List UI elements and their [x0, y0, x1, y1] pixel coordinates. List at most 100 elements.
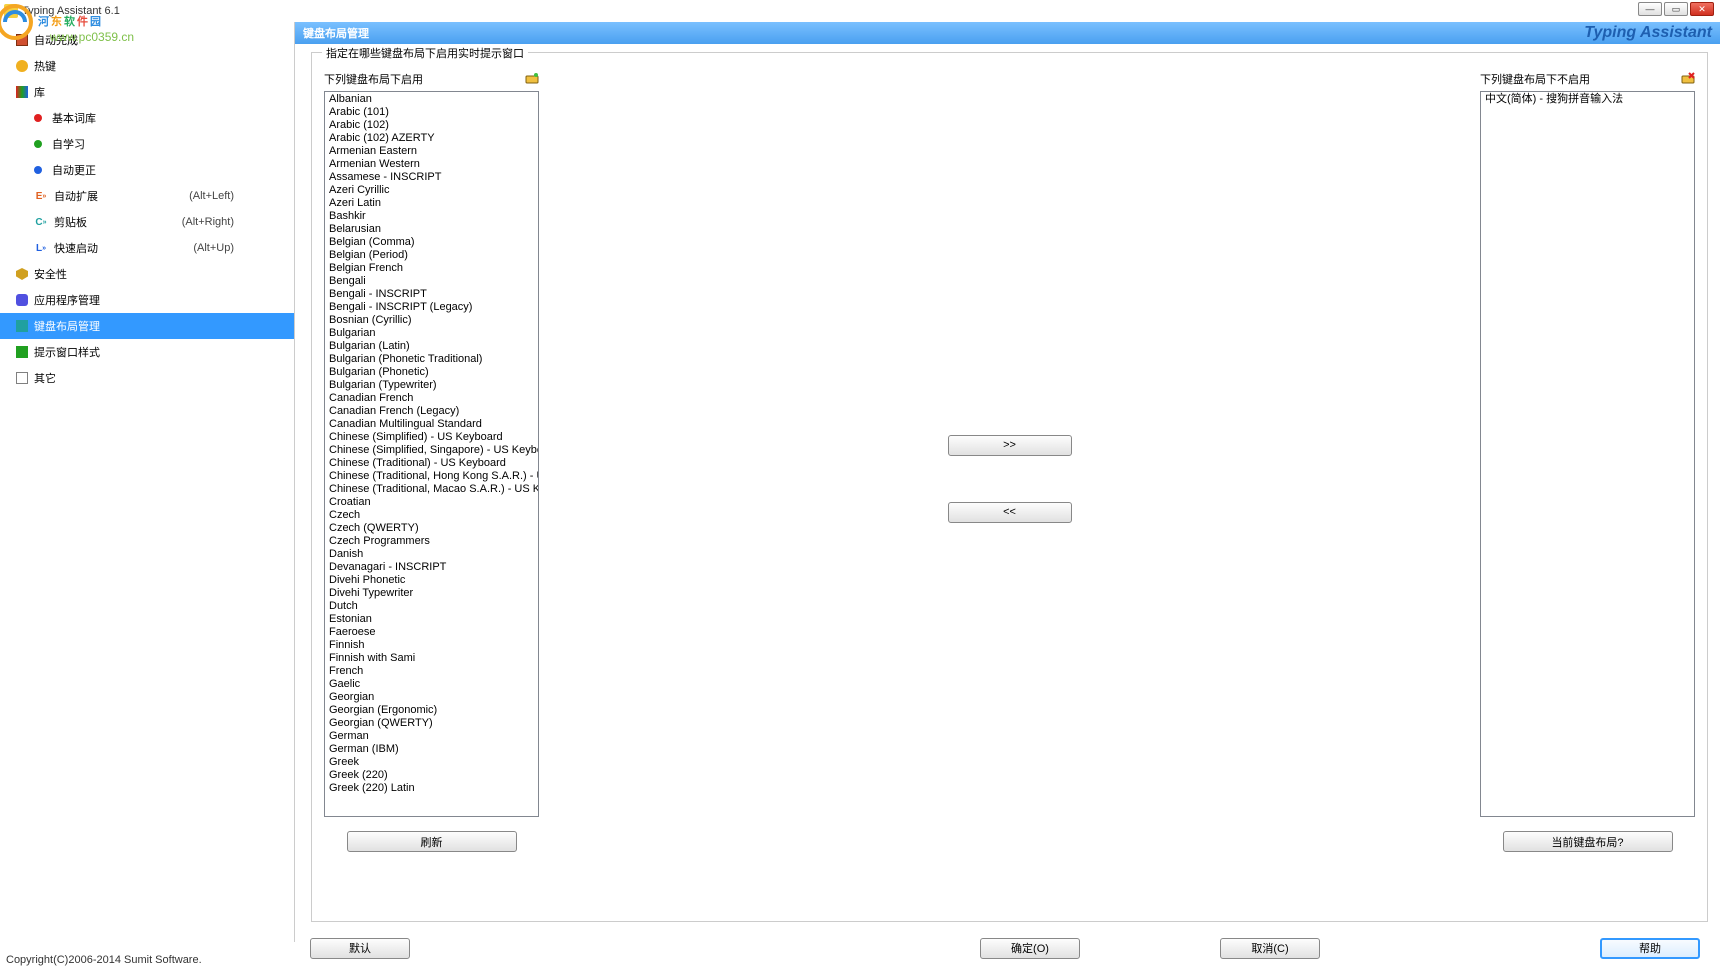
list-item[interactable]: German: [327, 730, 536, 743]
list-item[interactable]: Bashkir: [327, 210, 536, 223]
minimize-button[interactable]: —: [1638, 2, 1662, 16]
close-button[interactable]: ✕: [1690, 2, 1714, 16]
keyboard-disabled-icon: [1681, 72, 1695, 86]
list-item[interactable]: Azeri Cyrillic: [327, 184, 536, 197]
disabled-layouts-listbox[interactable]: 中文(简体) - 搜狗拼音输入法: [1480, 91, 1695, 817]
list-item[interactable]: Czech: [327, 509, 536, 522]
list-item[interactable]: Faeroese: [327, 626, 536, 639]
list-item[interactable]: Chinese (Traditional, Macao S.A.R.) - US…: [327, 483, 536, 496]
list-item[interactable]: Belarusian: [327, 223, 536, 236]
list-item[interactable]: Canadian French (Legacy): [327, 405, 536, 418]
list-item[interactable]: Greek (220) Latin: [327, 782, 536, 795]
current-layout-button[interactable]: 当前键盘布局?: [1503, 831, 1673, 852]
list-item[interactable]: Czech (QWERTY): [327, 522, 536, 535]
sidebar-item-popup-style[interactable]: 提示窗口样式: [0, 339, 294, 365]
list-item[interactable]: French: [327, 665, 536, 678]
list-item[interactable]: Bulgarian (Typewriter): [327, 379, 536, 392]
list-item[interactable]: Greek: [327, 756, 536, 769]
list-item[interactable]: Belgian (Comma): [327, 236, 536, 249]
sidebar-item-app-management[interactable]: 应用程序管理: [0, 287, 294, 313]
list-item[interactable]: Divehi Typewriter: [327, 587, 536, 600]
window-title: Typing Assistant 6.1: [22, 5, 120, 17]
quicklaunch-icon: L»: [34, 241, 48, 255]
list-item[interactable]: Danish: [327, 548, 536, 561]
list-item[interactable]: Estonian: [327, 613, 536, 626]
list-item[interactable]: Georgian (QWERTY): [327, 717, 536, 730]
list-item[interactable]: Czech Programmers: [327, 535, 536, 548]
sidebar-item-library[interactable]: 库: [0, 79, 294, 105]
list-item[interactable]: Georgian (Ergonomic): [327, 704, 536, 717]
list-item[interactable]: Arabic (101): [327, 106, 536, 119]
list-item[interactable]: Finnish: [327, 639, 536, 652]
content-header: 键盘布局管理 Typing Assistant: [295, 22, 1720, 44]
list-item[interactable]: 中文(简体) - 搜狗拼音输入法: [1483, 93, 1692, 106]
list-item[interactable]: Arabic (102) AZERTY: [327, 132, 536, 145]
window-titlebar: Typing Assistant 6.1: [0, 0, 1720, 22]
list-item[interactable]: Canadian Multilingual Standard: [327, 418, 536, 431]
move-right-button[interactable]: >>: [948, 435, 1072, 456]
list-item[interactable]: Azeri Latin: [327, 197, 536, 210]
list-item[interactable]: Chinese (Traditional) - US Keyboard: [327, 457, 536, 470]
ok-button[interactable]: 确定(O): [980, 938, 1080, 959]
list-item[interactable]: Bulgarian (Phonetic Traditional): [327, 353, 536, 366]
sidebar-sub-quicklaunch[interactable]: L» 快速启动 (Alt+Up): [0, 235, 294, 261]
shortcut-text: (Alt+Up): [193, 242, 234, 254]
list-item[interactable]: Canadian French: [327, 392, 536, 405]
sidebar-sub-autocorrect[interactable]: 自动更正: [0, 157, 294, 183]
list-item[interactable]: Greek (220): [327, 769, 536, 782]
list-item[interactable]: Devanagari - INSCRIPT: [327, 561, 536, 574]
list-item[interactable]: Divehi Phonetic: [327, 574, 536, 587]
cancel-button[interactable]: 取消(C): [1220, 938, 1320, 959]
list-item[interactable]: Belgian (Period): [327, 249, 536, 262]
sidebar-item-security[interactable]: 安全性: [0, 261, 294, 287]
sidebar-sub-clipboard[interactable]: C» 剪贴板 (Alt+Right): [0, 209, 294, 235]
list-item[interactable]: Assamese - INSCRIPT: [327, 171, 536, 184]
list-item[interactable]: Chinese (Simplified, Singapore) - US Key…: [327, 444, 536, 457]
list-item[interactable]: Chinese (Simplified) - US Keyboard: [327, 431, 536, 444]
list-item[interactable]: Bulgarian: [327, 327, 536, 340]
list-item[interactable]: Dutch: [327, 600, 536, 613]
list-item[interactable]: Bosnian (Cyrillic): [327, 314, 536, 327]
default-button[interactable]: 默认: [310, 938, 410, 959]
list-item[interactable]: Bengali: [327, 275, 536, 288]
list-item[interactable]: Arabic (102): [327, 119, 536, 132]
sidebar-item-autocomplete[interactable]: 自动完成: [0, 27, 294, 53]
enabled-layouts-listbox[interactable]: AlbanianArabic (101)Arabic (102)Arabic (…: [324, 91, 539, 817]
maximize-button[interactable]: ▭: [1664, 2, 1688, 16]
sidebar-sub-label: 剪贴板: [54, 214, 87, 230]
list-item[interactable]: Albanian: [327, 93, 536, 106]
sidebar-item-keyboard-layout[interactable]: 键盘布局管理: [0, 313, 294, 339]
sidebar-item-other[interactable]: 其它: [0, 365, 294, 391]
list-item[interactable]: Gaelic: [327, 678, 536, 691]
expand-icon: E»: [34, 189, 48, 203]
list-item[interactable]: Chinese (Traditional, Hong Kong S.A.R.) …: [327, 470, 536, 483]
sidebar-sub-label: 自学习: [52, 136, 85, 152]
list-item[interactable]: Bengali - INSCRIPT: [327, 288, 536, 301]
list-item[interactable]: Georgian: [327, 691, 536, 704]
sidebar-sub-label: 自动扩展: [54, 188, 98, 204]
refresh-button[interactable]: 刷新: [347, 831, 517, 852]
list-item[interactable]: German (IBM): [327, 743, 536, 756]
list-item[interactable]: Armenian Eastern: [327, 145, 536, 158]
copyright-text: Copyright(C)2006-2014 Sumit Software.: [6, 954, 202, 966]
list-item[interactable]: Croatian: [327, 496, 536, 509]
sidebar-item-hotkeys[interactable]: 热键: [0, 53, 294, 79]
list-item[interactable]: Bulgarian (Phonetic): [327, 366, 536, 379]
disabled-layouts-column: 下列键盘布局下不启用 中文(简体) - 搜狗拼音输入法 当前键盘布局?: [1480, 69, 1695, 888]
help-button[interactable]: 帮助: [1600, 938, 1700, 959]
sidebar-sub-label: 快速启动: [54, 240, 98, 256]
sidebar-sub-self-learn[interactable]: 自学习: [0, 131, 294, 157]
list-item[interactable]: Belgian French: [327, 262, 536, 275]
list-item[interactable]: Bulgarian (Latin): [327, 340, 536, 353]
list-item[interactable]: Armenian Western: [327, 158, 536, 171]
sidebar-label: 安全性: [34, 266, 67, 282]
dot-icon: [34, 140, 42, 148]
autocomplete-icon: [14, 32, 30, 48]
sidebar-sub-basic-dict[interactable]: 基本词库: [0, 105, 294, 131]
list-item[interactable]: Finnish with Sami: [327, 652, 536, 665]
move-left-button[interactable]: <<: [948, 502, 1072, 523]
dot-icon: [34, 114, 42, 122]
sidebar-label: 键盘布局管理: [34, 318, 100, 334]
list-item[interactable]: Bengali - INSCRIPT (Legacy): [327, 301, 536, 314]
sidebar-sub-autoexpand[interactable]: E» 自动扩展 (Alt+Left): [0, 183, 294, 209]
